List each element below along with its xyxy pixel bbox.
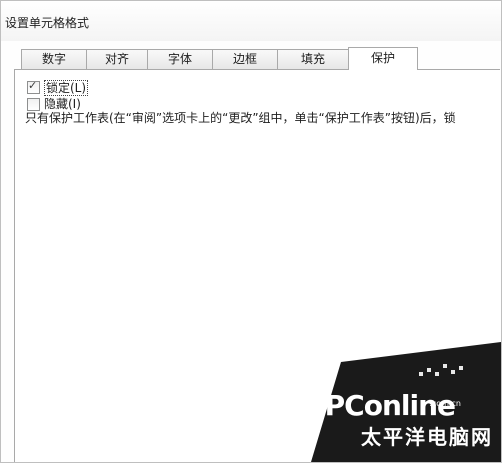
tab-number[interactable]: 数字 xyxy=(21,49,87,69)
pconline-watermark: PConline .com.cn 太平洋电脑网 xyxy=(301,342,501,462)
tab-font[interactable]: 字体 xyxy=(147,49,213,69)
title-bar[interactable]: 设置单元格格式 xyxy=(1,1,501,41)
format-cells-dialog: 设置单元格格式 数字 对齐 字体 边框 填充 保护 ✓ 锁定(L) 隐藏(I) 只… xyxy=(0,0,502,463)
locked-label: 锁定(L) xyxy=(44,80,89,96)
hidden-option[interactable]: 隐藏(I) xyxy=(27,97,81,111)
watermark-domain: .com.cn xyxy=(429,399,461,408)
hidden-checkbox[interactable] xyxy=(27,98,40,111)
tab-border[interactable]: 边框 xyxy=(212,49,278,69)
checkmark-icon: ✓ xyxy=(28,79,38,92)
locked-option[interactable]: ✓ 锁定(L) xyxy=(27,79,89,96)
tab-fill[interactable]: 填充 xyxy=(277,49,349,69)
tab-alignment[interactable]: 对齐 xyxy=(86,49,148,69)
tab-protection[interactable]: 保护 xyxy=(348,47,418,70)
hidden-label: 隐藏(I) xyxy=(44,97,81,111)
locked-checkbox[interactable]: ✓ xyxy=(27,79,40,94)
protection-description: 只有保护工作表(在“审阅”选项卡上的“更改”组中，单击“保护工作表”按钮)后，锁 xyxy=(25,111,456,125)
watermark-chinese: 太平洋电脑网 xyxy=(361,425,493,449)
dialog-title: 设置单元格格式 xyxy=(5,16,90,30)
